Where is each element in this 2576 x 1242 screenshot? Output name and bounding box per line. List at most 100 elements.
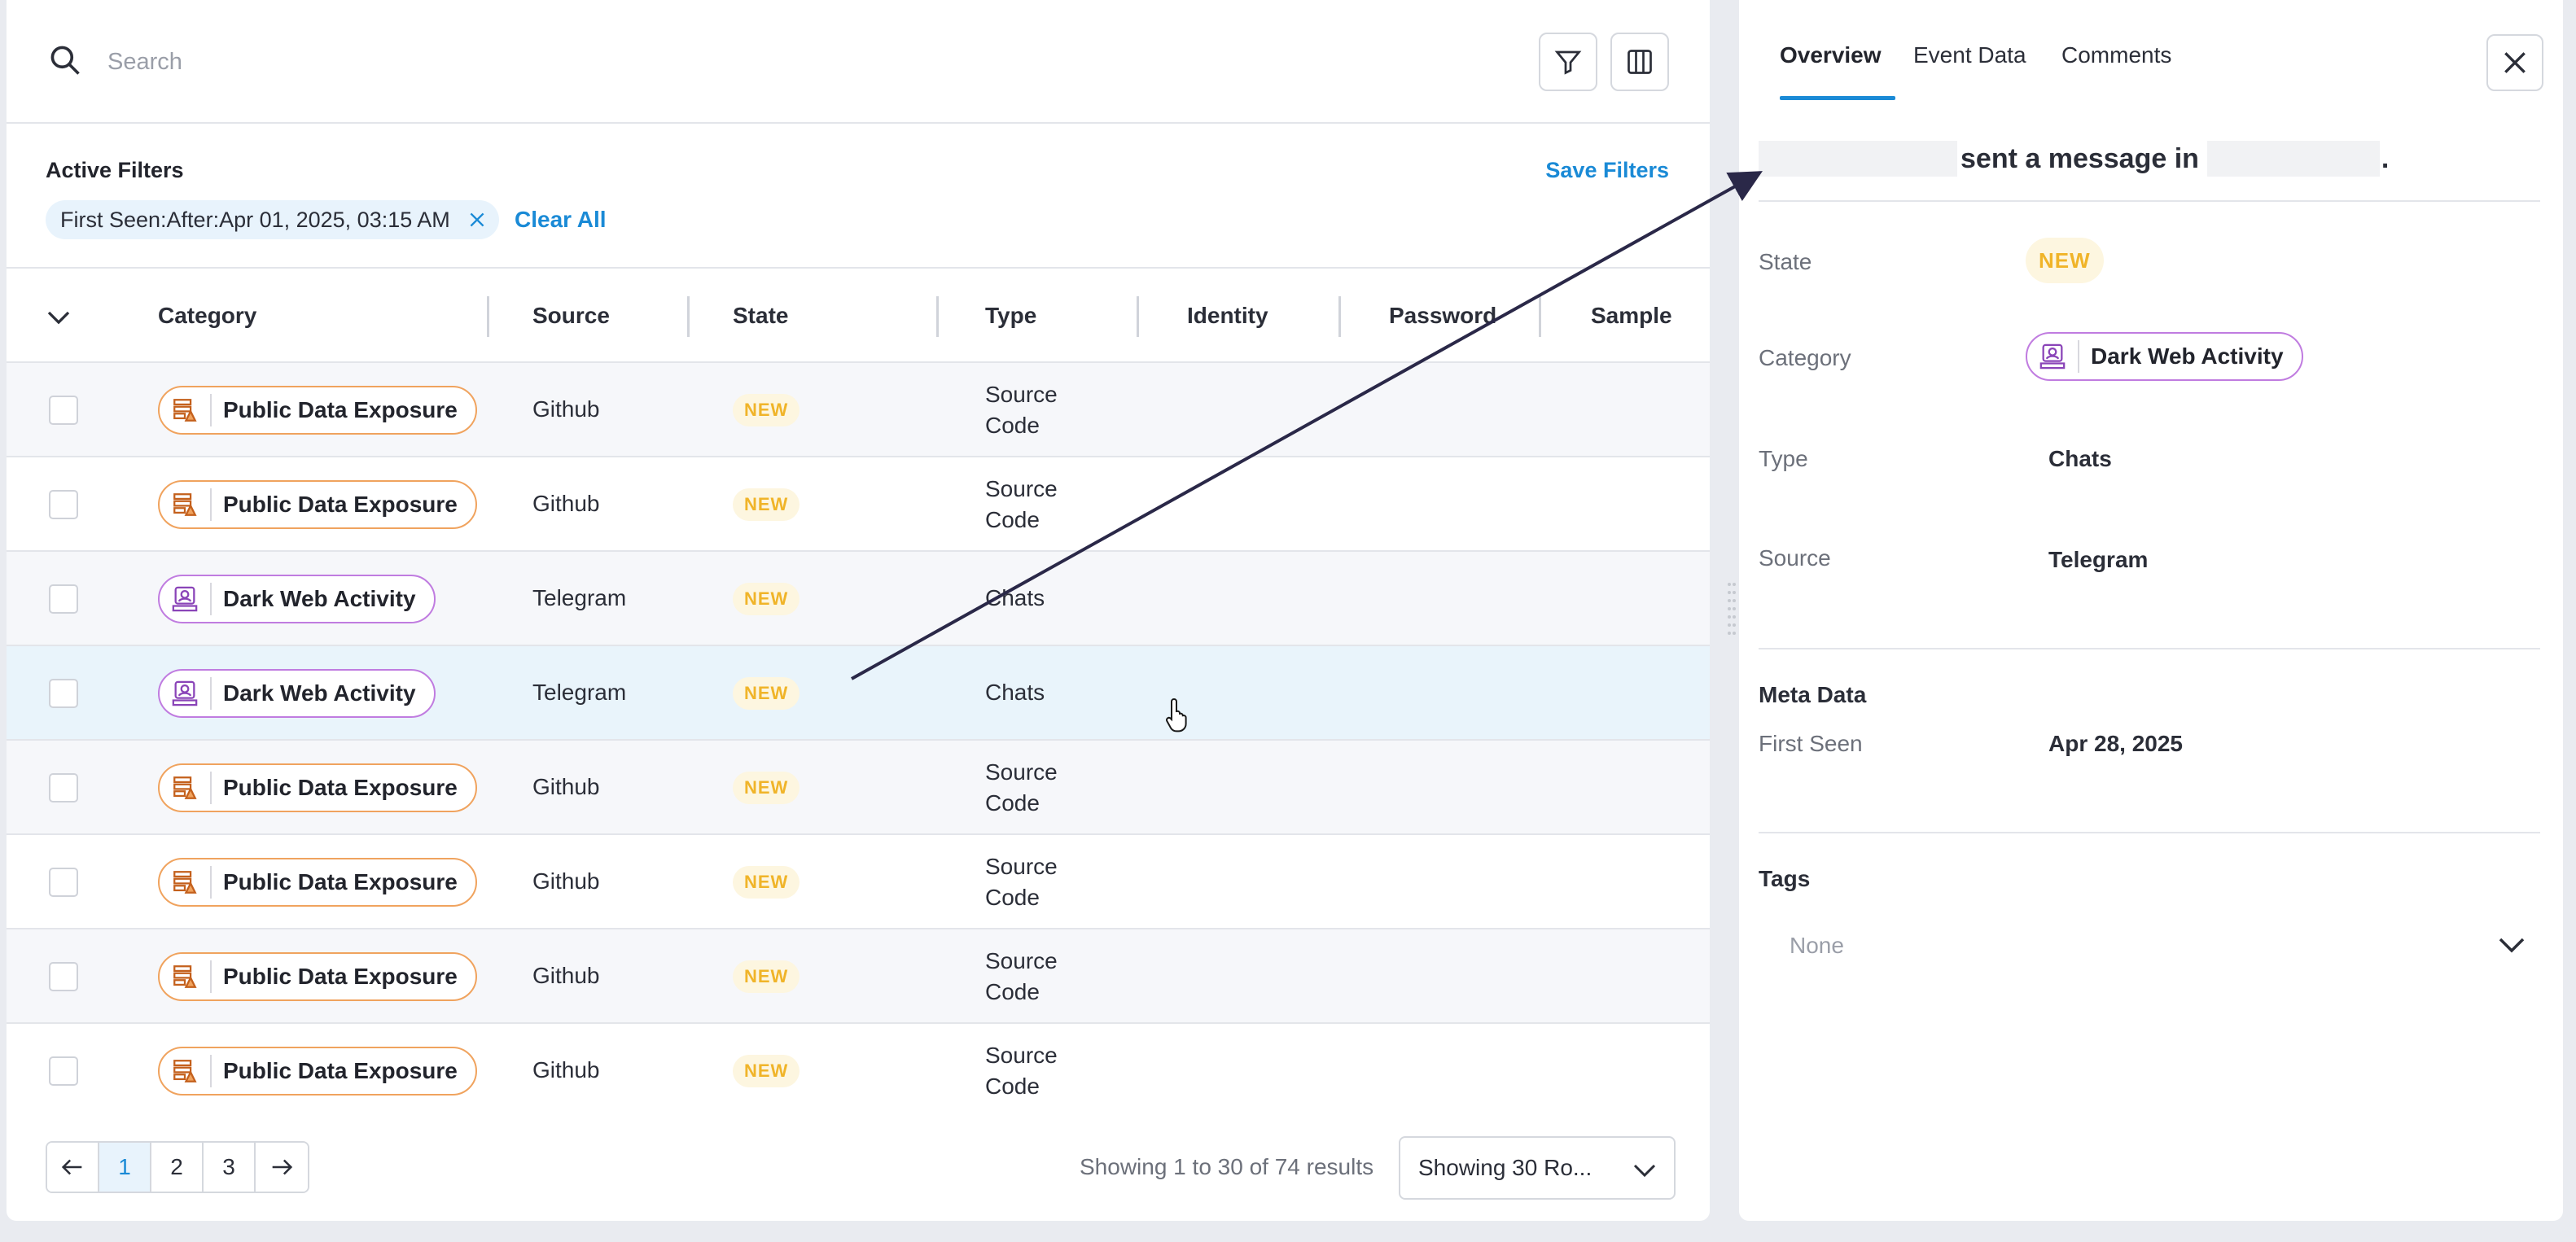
source-label: Source [1759, 545, 1831, 571]
exposure-icon [173, 871, 197, 894]
source-cell: Telegram [532, 585, 627, 610]
category-label: Public Data Exposure [223, 964, 458, 989]
table-row[interactable]: Dark Web Activity Telegram NEW Chats [7, 646, 1710, 741]
active-filters: Active Filters Save Filters First Seen:A… [7, 125, 1710, 269]
tab-comments[interactable]: Comments [2061, 42, 2171, 68]
type-cell: Source Code [985, 948, 1058, 1004]
table-row[interactable]: Dark Web Activity Telegram NEW Chats [7, 552, 1710, 646]
column-resizer[interactable] [936, 296, 939, 337]
table-row[interactable]: Public Data Exposure Github NEW Source C… [7, 929, 1710, 1024]
category-chip: Dark Web Activity [158, 669, 436, 718]
page-button-2[interactable]: 2 [151, 1143, 204, 1192]
column-header-identity[interactable]: Identity [1187, 303, 1268, 329]
column-resizer[interactable] [687, 296, 690, 337]
tab-event-data[interactable]: Event Data [1913, 42, 2026, 68]
table-row[interactable]: Public Data Exposure Github NEW Source C… [7, 741, 1710, 835]
column-resizer[interactable] [1539, 296, 1541, 337]
search-icon [50, 46, 80, 75]
category-chip: Public Data Exposure [158, 1047, 477, 1095]
category-value: Dark Web Activity [2091, 343, 2284, 369]
clear-all-link[interactable]: Clear All [515, 207, 607, 233]
table-header: Category Source State Type Identity Pass… [7, 270, 1710, 363]
table-row[interactable]: Public Data Exposure Github NEW Source C… [7, 363, 1710, 457]
page-button-3[interactable]: 3 [204, 1143, 256, 1192]
type-cell: Source Code [985, 759, 1058, 816]
columns-button[interactable] [1610, 33, 1669, 91]
panel-resize-handle[interactable] [1726, 579, 1737, 636]
rows-per-page-value: Showing 30 Ro... [1418, 1155, 1592, 1180]
row-checkbox[interactable] [49, 1056, 78, 1086]
chevron-down-icon [1633, 1164, 1656, 1178]
column-header-type[interactable]: Type [985, 303, 1036, 329]
exposure-icon [173, 493, 197, 516]
first-seen-label: First Seen [1759, 731, 1863, 756]
state-label: State [1759, 249, 1812, 274]
divider [1759, 648, 2540, 649]
row-checkbox[interactable] [49, 679, 78, 708]
state-badge: NEW [733, 488, 800, 521]
table-row[interactable]: Public Data Exposure Github NEW Source C… [7, 835, 1710, 929]
dark-web-icon [2039, 343, 2066, 370]
prev-page-button[interactable] [47, 1143, 99, 1192]
column-header-category[interactable]: Category [158, 303, 256, 329]
filter-icon [1554, 50, 1582, 75]
source-value: Telegram [2048, 547, 2149, 572]
source-cell: Github [532, 774, 600, 799]
chevron-down-icon[interactable] [44, 303, 73, 332]
category-chip: Dark Web Activity [2026, 332, 2303, 381]
category-chip: Public Data Exposure [158, 480, 477, 529]
type-cell: Source Code [985, 382, 1058, 438]
row-checkbox[interactable] [49, 584, 78, 614]
column-header-sample[interactable]: Sample [1591, 303, 1672, 329]
state-badge: NEW [733, 772, 800, 804]
tags-value: None [1790, 933, 1844, 958]
category-label: Dark Web Activity [223, 586, 416, 611]
events-list-panel: Active Filters Save Filters First Seen:A… [7, 0, 1710, 1221]
save-filters-link[interactable]: Save Filters [1545, 158, 1669, 183]
column-resizer[interactable] [1137, 296, 1139, 337]
row-checkbox[interactable] [49, 773, 78, 802]
page-button-1[interactable]: 1 [99, 1143, 151, 1192]
source-cell: Github [532, 396, 600, 422]
meta-data-title: Meta Data [1759, 682, 1867, 707]
row-checkbox[interactable] [49, 962, 78, 991]
column-header-source[interactable]: Source [532, 303, 610, 329]
column-header-password[interactable]: Password [1389, 303, 1496, 329]
rows-per-page-select[interactable]: Showing 30 Ro... [1399, 1136, 1676, 1200]
type-label: Type [1759, 446, 1808, 471]
type-cell: Source Code [985, 854, 1058, 910]
category-label: Category [1759, 345, 1851, 370]
row-checkbox[interactable] [49, 490, 78, 519]
row-checkbox[interactable] [49, 868, 78, 897]
results-count: Showing 1 to 30 of 74 results [1080, 1154, 1374, 1179]
close-panel-button[interactable] [2486, 34, 2543, 91]
table-row[interactable]: Public Data Exposure Github NEW Source C… [7, 457, 1710, 552]
category-label: Public Data Exposure [223, 492, 458, 517]
column-header-state[interactable]: State [733, 303, 788, 329]
state-badge: NEW [733, 866, 800, 899]
source-cell: Github [532, 868, 600, 894]
active-filters-title: Active Filters [46, 158, 184, 182]
source-cell: Github [532, 1057, 600, 1082]
state-badge: NEW [733, 394, 800, 426]
category-label: Public Data Exposure [223, 869, 458, 894]
tab-overview[interactable]: Overview [1780, 42, 1882, 68]
chevron-down-icon [2499, 938, 2525, 953]
exposure-icon [173, 776, 197, 799]
filter-button[interactable] [1539, 33, 1597, 91]
table-row[interactable]: Public Data Exposure Github NEW Source C… [7, 1024, 1710, 1118]
state-badge: NEW [733, 1055, 800, 1087]
type-cell: Chats [985, 680, 1045, 705]
category-label: Public Data Exposure [223, 775, 458, 800]
search-input[interactable] [107, 36, 1492, 88]
next-page-button[interactable] [256, 1143, 308, 1192]
row-checkbox[interactable] [49, 396, 78, 425]
type-cell: Source Code [985, 1043, 1058, 1099]
tags-select[interactable]: None [1759, 916, 2540, 973]
first-seen-value: Apr 28, 2025 [2048, 731, 2183, 756]
event-detail-panel: Overview Event Data Comments sent a mess… [1739, 0, 2563, 1221]
column-resizer[interactable] [1338, 296, 1341, 337]
close-icon[interactable] [467, 209, 488, 230]
redacted-channel [2206, 141, 2380, 177]
column-resizer[interactable] [487, 296, 489, 337]
